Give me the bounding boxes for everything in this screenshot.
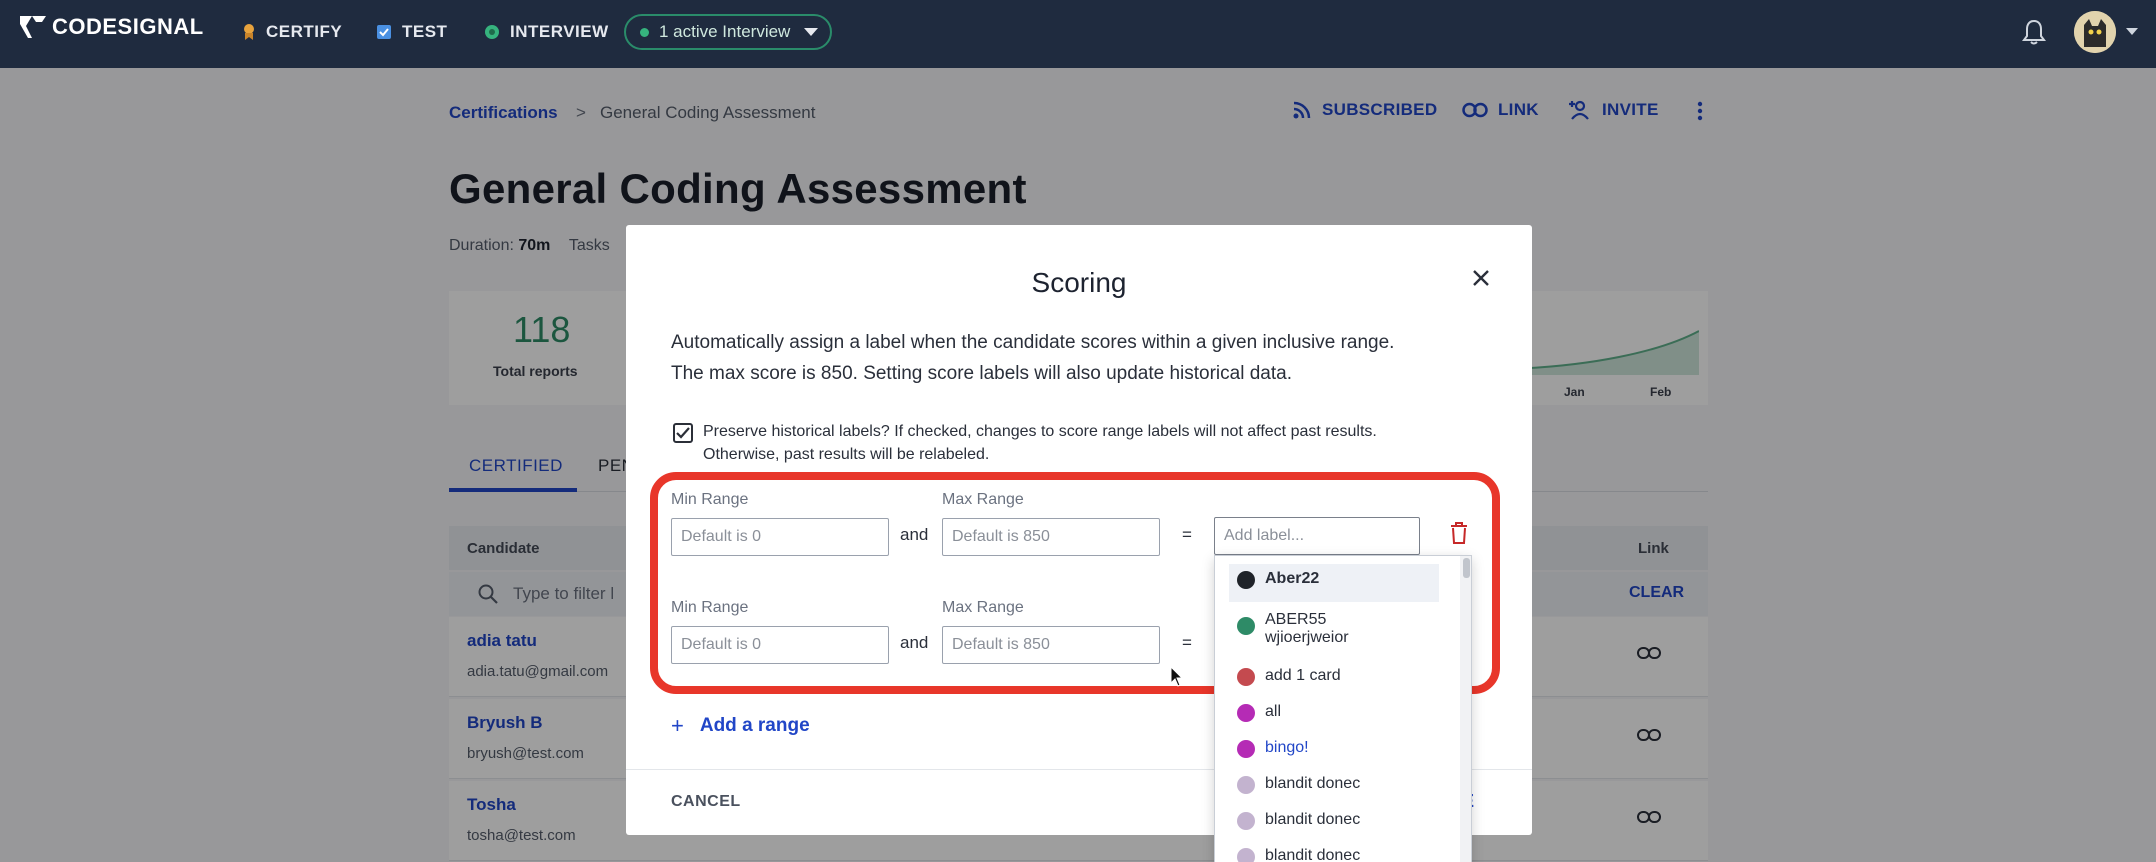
active-status-dot (640, 27, 649, 37)
nav-test[interactable]: TEST (376, 22, 447, 42)
color-dot-icon (1237, 740, 1255, 758)
label-option[interactable]: blandit donec (1229, 775, 1439, 794)
profile-chevron-down-icon[interactable] (2126, 28, 2138, 35)
nav-certify[interactable]: CERTIFY (242, 22, 342, 42)
cancel-button[interactable]: CANCEL (671, 793, 741, 811)
modal-title: Scoring (1031, 267, 1127, 298)
active-interview-dropdown[interactable]: 1 active Interview (624, 14, 832, 50)
label-option[interactable]: all (1229, 703, 1439, 722)
label-option-text: all (1265, 703, 1282, 720)
color-dot-icon (1237, 848, 1255, 862)
plus-icon: + (671, 713, 684, 738)
add-range-label: Add a range (699, 715, 810, 736)
description-line-1: Automatically assign a label when the ca… (671, 332, 1395, 353)
label-option[interactable]: blandit donec (1229, 811, 1439, 830)
label-option[interactable]: add 1 card (1229, 667, 1439, 686)
preserve-label-line-1: Preserve historical labels? If checked, … (703, 423, 1377, 440)
label-option[interactable]: blandit donec (1229, 847, 1439, 862)
preserve-label-line-2: Otherwise, past results will be relabele… (703, 446, 990, 463)
avatar[interactable] (2074, 11, 2116, 53)
label-option-text: add 1 card (1265, 667, 1341, 684)
color-dot-icon (1237, 617, 1255, 635)
interview-icon (485, 25, 499, 39)
label-option-text: bingo! (1265, 739, 1309, 756)
label-option-text-line2: wjioerjweior (1265, 629, 1349, 646)
nav-test-label: TEST (402, 22, 448, 41)
add-range-button[interactable]: + Add a range (671, 713, 810, 739)
nav-interview[interactable]: INTERVIEW (484, 22, 609, 42)
close-icon[interactable] (1470, 267, 1492, 289)
certify-icon (244, 24, 254, 40)
chevron-down-icon (804, 28, 819, 36)
label-option-text: blandit donec (1265, 775, 1361, 792)
preserve-labels-checkbox[interactable] (673, 423, 693, 443)
logo-text: CODESIGNAL (52, 14, 204, 39)
dropdown-scrollbar[interactable] (1460, 556, 1471, 862)
color-dot-icon (1237, 704, 1255, 722)
description-line-2: The max score is 850. Setting score labe… (671, 363, 1292, 384)
preserve-labels-text: Preserve historical labels? If checked, … (703, 420, 1493, 466)
scrollbar-thumb[interactable] (1463, 558, 1470, 578)
label-dropdown-menu[interactable]: Aber22 ABER55 wjioerjweior add 1 card all… (1214, 555, 1472, 862)
avatar-cat-icon (2074, 11, 2116, 53)
top-navbar: CODESIGNAL CERTIFY TEST INTERVIEW 1 acti… (0, 0, 2156, 68)
checkmark-icon (676, 427, 690, 439)
nav-interview-label: INTERVIEW (510, 22, 609, 41)
codesignal-logo-icon (20, 16, 46, 38)
mouse-cursor-icon (1170, 666, 1184, 687)
label-option-text: blandit donec (1265, 847, 1361, 862)
bell-icon[interactable] (2022, 18, 2046, 46)
label-option[interactable]: ABER55 wjioerjweior (1229, 611, 1439, 647)
color-dot-icon (1237, 812, 1255, 830)
test-icon (377, 25, 391, 39)
codesignal-logo[interactable]: CODESIGNAL (18, 12, 204, 42)
modal-description: Automatically assign a label when the ca… (671, 327, 1491, 389)
nav-certify-label: CERTIFY (266, 22, 343, 41)
color-dot-icon (1237, 668, 1255, 686)
label-option-text: ABER55 (1265, 611, 1327, 628)
label-option-text: Aber22 (1265, 570, 1320, 587)
color-dot-icon (1237, 571, 1255, 589)
label-option[interactable]: bingo! (1229, 739, 1439, 758)
label-option-text: blandit donec (1265, 811, 1361, 828)
label-option[interactable]: Aber22 (1229, 564, 1439, 602)
color-dot-icon (1237, 776, 1255, 794)
active-interview-label: 1 active Interview (659, 22, 791, 41)
